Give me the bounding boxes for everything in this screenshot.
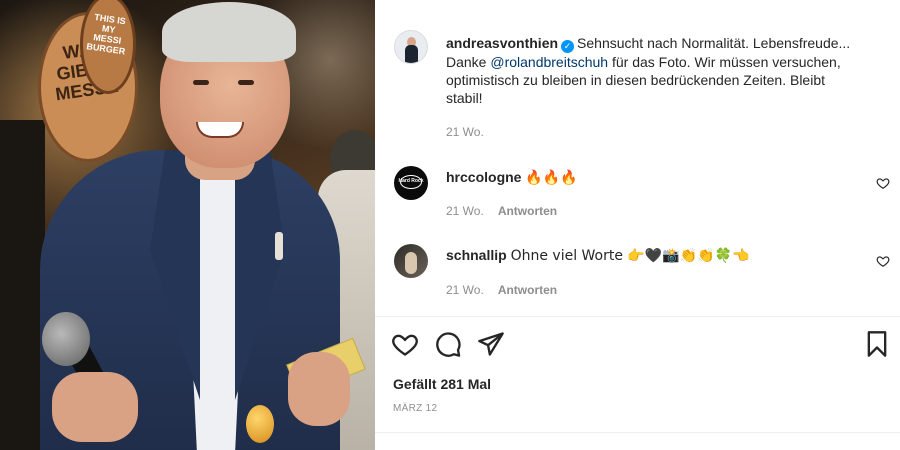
hrc-logo-text: Hard Rock [398, 178, 424, 184]
comments-pane: andreasvonthien ✓ Sehnsucht nach Normalitä… [375, 0, 900, 450]
mention-link[interactable]: @rolandbreitschuh [490, 54, 608, 70]
sign-small-text: THIS IS MY MESSI BURGER [85, 12, 127, 57]
caption-age[interactable]: 21 Wo. [446, 125, 484, 139]
comment-age[interactable]: 21 Wo. [446, 204, 484, 218]
comment-like-heart-icon[interactable] [876, 254, 890, 268]
verified-badge-icon: ✓ [561, 40, 575, 53]
caption-line4: stabil! [446, 90, 483, 106]
action-bar [375, 330, 900, 360]
owner-username[interactable]: andreasvonthien [446, 35, 558, 51]
comment-like-heart-icon[interactable] [876, 176, 890, 190]
comment-avatar-schnallip[interactable] [394, 244, 428, 278]
heart-icon[interactable] [391, 330, 419, 358]
owner-avatar[interactable] [394, 30, 428, 64]
post-photo[interactable]: WAS GIBT'S MESSI? THIS IS MY MESSI BURGE… [0, 0, 375, 450]
caption-lead: Sehnsucht nach Normalität. Lebensfreude.… [577, 35, 851, 51]
comment-avatar-hrccologne[interactable]: Hard Rock [394, 166, 428, 200]
comment-username[interactable]: hrccologne [446, 169, 521, 185]
comment-text: 🔥🔥🔥 [525, 170, 578, 186]
comment-text: Ohne viel Worte 👉🖤📸👏👏🍀👈 [510, 248, 750, 264]
comment-1: hrccologne 🔥🔥🔥 [446, 168, 578, 187]
comment-2-meta: 21 Wo. Antworten [446, 283, 557, 297]
reply-button[interactable]: Antworten [498, 204, 557, 218]
like-count[interactable]: Gefällt 281 Mal [393, 376, 491, 392]
post-caption: andreasvonthien ✓ Sehnsucht nach Normalitä… [446, 34, 886, 107]
comment-1-meta: 21 Wo. Antworten [446, 204, 557, 218]
caption-line3: optimistisch zu bleiben in diesen bedrüc… [446, 72, 826, 88]
caption-line2-suffix: für das Foto. Wir müssen versuchen, [608, 54, 841, 70]
comment-age[interactable]: 21 Wo. [446, 283, 484, 297]
caption-meta: 21 Wo. [446, 125, 484, 139]
caption-line2-prefix: Danke [446, 54, 491, 70]
comment-2: schnallip Ohne viel Worte 👉🖤📸👏👏🍀👈 [446, 246, 749, 265]
microphone [42, 312, 90, 366]
bookmark-icon[interactable] [863, 330, 891, 358]
footer-divider [375, 432, 900, 433]
comment-icon[interactable] [434, 330, 462, 358]
share-icon[interactable] [477, 330, 505, 358]
post-date[interactable]: MÄRZ 12 [393, 403, 437, 414]
reply-button[interactable]: Antworten [498, 283, 557, 297]
comment-username[interactable]: schnallip [446, 247, 507, 263]
section-divider [375, 316, 900, 317]
